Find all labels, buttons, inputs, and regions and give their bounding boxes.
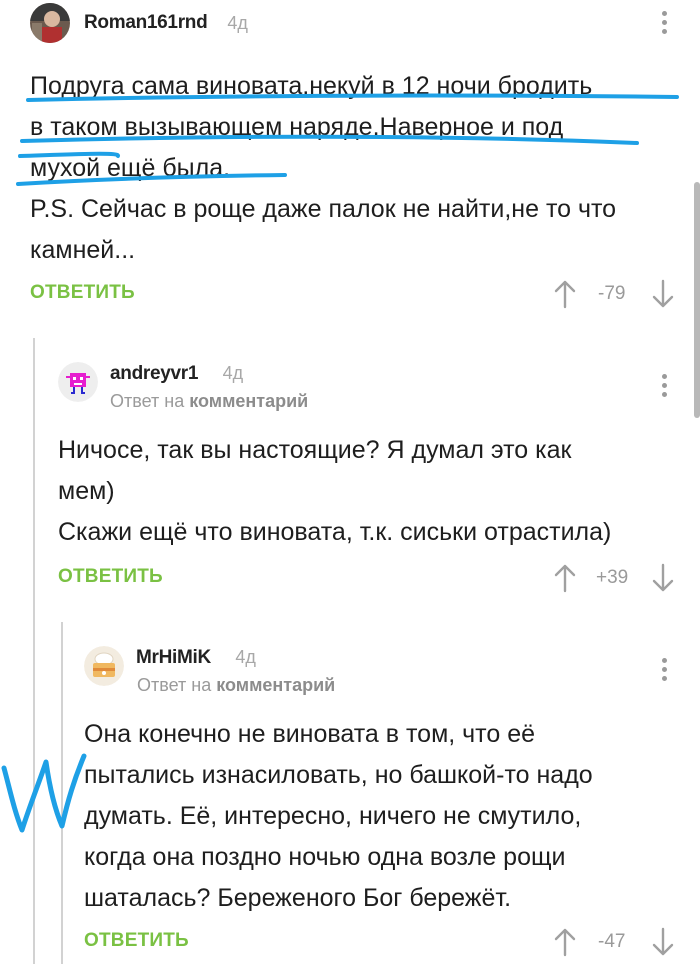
timestamp: 4д [227,12,248,33]
reply-button[interactable]: ОТВЕТИТЬ [58,566,163,588]
more-options-icon[interactable] [662,374,668,397]
more-options-icon[interactable] [662,11,668,34]
avatar-robot-icon [58,362,98,402]
reply-button[interactable]: ОТВЕТИТЬ [30,282,135,304]
arrow-down-icon[interactable] [651,927,675,957]
comment-line: Скажи ещё что виновата, т.к. сиськи отра… [58,518,612,546]
reply-to-prefix: Ответ на [110,391,185,411]
timestamp: 4д [235,647,256,667]
avatar[interactable] [30,3,70,43]
thread-line[interactable] [61,622,63,964]
comment-line: шаталась? Береженого Бог бережёт. [84,884,512,912]
reply-to-link[interactable]: комментарий [189,391,308,411]
avatar[interactable] [84,646,124,686]
rating-value: -79 [598,283,626,304]
username[interactable]: MrHiMiK [136,647,211,668]
comment-line: мем) [58,477,115,505]
comment-line: Подруга сама виновата,некуй в 12 ночи бр… [30,72,593,100]
comment-body: Подруга сама виновата,некуй в 12 ночи бр… [30,66,616,271]
comment-line: Она конечно не виновата в том, что её [84,720,536,748]
comment-line: в таком вызывающем наряде.Наверное и под [30,113,564,141]
arrow-down-icon[interactable] [651,279,675,309]
reply-to-line: Ответ на комментарий [110,391,308,412]
checkmark-annotation-icon [1,753,87,833]
rating-value: +39 [596,567,629,588]
comment-header: Roman161rnd 4д [30,3,248,43]
comment-line: мухой ещё была. [30,154,231,182]
arrow-up-icon[interactable] [553,563,577,593]
comment-line: думать. Её, интересно, ничего не смутило… [84,802,582,830]
avatar[interactable] [58,362,98,402]
comment-line: когда она поздно ночью одна возле рощи [84,843,566,871]
username[interactable]: Roman161rnd [84,12,208,34]
avatar-photo-icon [30,3,70,43]
arrow-up-icon[interactable] [553,927,577,957]
comment-line: пытались изнасиловать, но башкой-то надо [84,761,593,789]
scrollbar[interactable] [694,182,700,418]
avatar-cake-icon [84,646,124,686]
comment-body: Она конечно не виновата в том, что её пы… [84,714,593,919]
reply-to-line: Ответ на комментарий [137,675,335,696]
username[interactable]: andreyvr1 [110,363,198,384]
comment-line: Ничосе, так вы настоящие? Я думал это ка… [58,436,572,464]
arrow-down-icon[interactable] [651,563,675,593]
reply-to-prefix: Ответ на [137,675,212,695]
comment-line: P.S. Сейчас в роще даже палок не найти,н… [30,195,617,223]
thread-line[interactable] [33,338,35,964]
reply-button[interactable]: ОТВЕТИТЬ [84,930,189,952]
timestamp: 4д [222,363,244,383]
comment-line: камней... [30,236,136,264]
reply-to-link[interactable]: комментарий [216,675,335,695]
comment-body: Ничосе, так вы настоящие? Я думал это ка… [58,430,611,553]
more-options-icon[interactable] [662,658,668,681]
arrow-up-icon[interactable] [553,279,577,309]
rating-value: -47 [598,931,626,952]
